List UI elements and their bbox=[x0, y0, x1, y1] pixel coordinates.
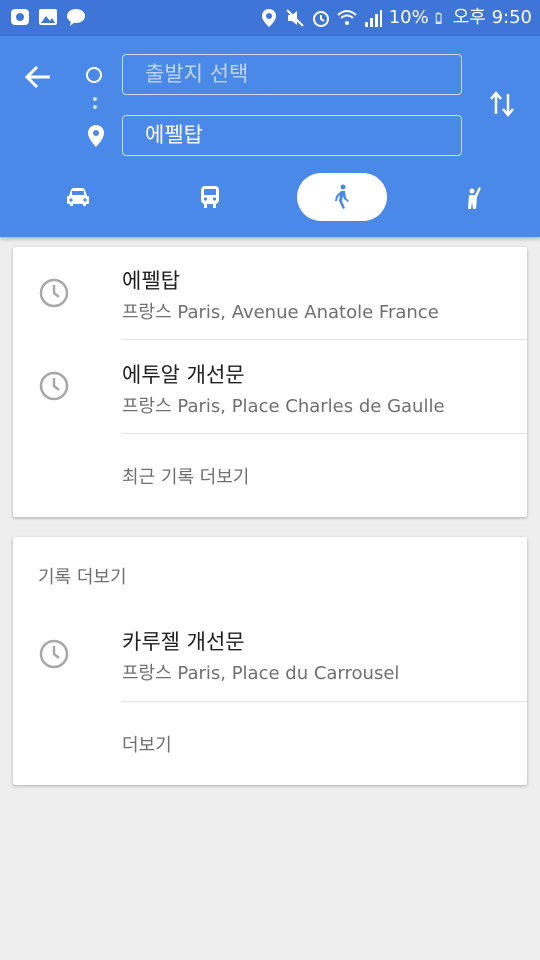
swap-arrows-icon[interactable] bbox=[486, 88, 518, 120]
list-item[interactable]: 카루젤 개선문 프랑스 Paris, Place du Carrousel bbox=[13, 609, 527, 702]
clock-icon bbox=[39, 639, 69, 669]
tab-ride-hailing[interactable] bbox=[446, 173, 502, 221]
item-title: 에펠탑 bbox=[122, 269, 180, 293]
item-subtitle: 프랑스 Paris, Place du Carrousel bbox=[122, 663, 400, 684]
divider bbox=[122, 433, 527, 434]
travel-mode-tabs bbox=[0, 173, 540, 221]
tab-walk[interactable] bbox=[297, 173, 387, 221]
location-icon bbox=[261, 9, 276, 27]
walking-person-icon bbox=[335, 184, 349, 209]
app-notification-icon bbox=[11, 9, 29, 25]
history-card: 기록 더보기 카루젤 개선문 프랑스 Paris, Place du Carro… bbox=[13, 537, 527, 785]
battery-level: 10% bbox=[388, 7, 429, 28]
divider bbox=[122, 701, 527, 702]
more-recent-link[interactable]: 최근 기록 더보기 bbox=[122, 463, 249, 489]
tab-transit[interactable] bbox=[182, 173, 238, 221]
recent-destinations-card: 에펠탑 프랑스 Paris, Avenue Anatole France 에투알… bbox=[13, 247, 527, 517]
signal-icon bbox=[364, 10, 382, 27]
notification-icons bbox=[10, 7, 86, 27]
car-icon bbox=[67, 188, 89, 206]
list-item[interactable]: 에펠탑 프랑스 Paris, Avenue Anatole France bbox=[13, 247, 527, 340]
more-history-link[interactable]: 더보기 bbox=[122, 731, 172, 757]
clock-time: 오후 9:50 bbox=[452, 7, 532, 28]
talk-icon bbox=[67, 9, 85, 26]
item-subtitle: 프랑스 Paris, Place Charles de Gaulle bbox=[122, 396, 445, 417]
route-dots-icon bbox=[93, 97, 97, 117]
directions-header: 출발지 선택 에펠탑 bbox=[0, 36, 540, 237]
clock-icon bbox=[39, 371, 69, 401]
destination-input[interactable]: 에펠탑 bbox=[122, 115, 462, 156]
hailing-person-icon bbox=[468, 187, 481, 209]
mute-icon bbox=[286, 9, 304, 27]
clock-icon bbox=[39, 278, 69, 308]
battery-icon bbox=[435, 12, 442, 24]
status-bar: 10% 오후 9:50 bbox=[0, 0, 540, 36]
origin-input[interactable]: 출발지 선택 bbox=[122, 54, 462, 95]
system-indicators: 10% 오후 9:50 bbox=[259, 6, 532, 30]
origin-circle-icon bbox=[86, 67, 102, 83]
wifi-icon bbox=[337, 10, 357, 25]
alarm-icon bbox=[312, 11, 329, 27]
item-subtitle: 프랑스 Paris, Avenue Anatole France bbox=[122, 302, 439, 323]
item-title: 에투알 개선문 bbox=[122, 363, 245, 387]
train-icon bbox=[201, 186, 219, 208]
image-icon bbox=[39, 9, 57, 25]
destination-pin-icon bbox=[88, 125, 104, 147]
back-arrow-icon[interactable] bbox=[22, 60, 56, 94]
section-title: 기록 더보기 bbox=[38, 567, 127, 588]
tab-drive[interactable] bbox=[50, 173, 106, 221]
item-title: 카루젤 개선문 bbox=[122, 630, 245, 654]
list-item[interactable]: 에투알 개선문 프랑스 Paris, Place Charles de Gaul… bbox=[13, 340, 527, 433]
